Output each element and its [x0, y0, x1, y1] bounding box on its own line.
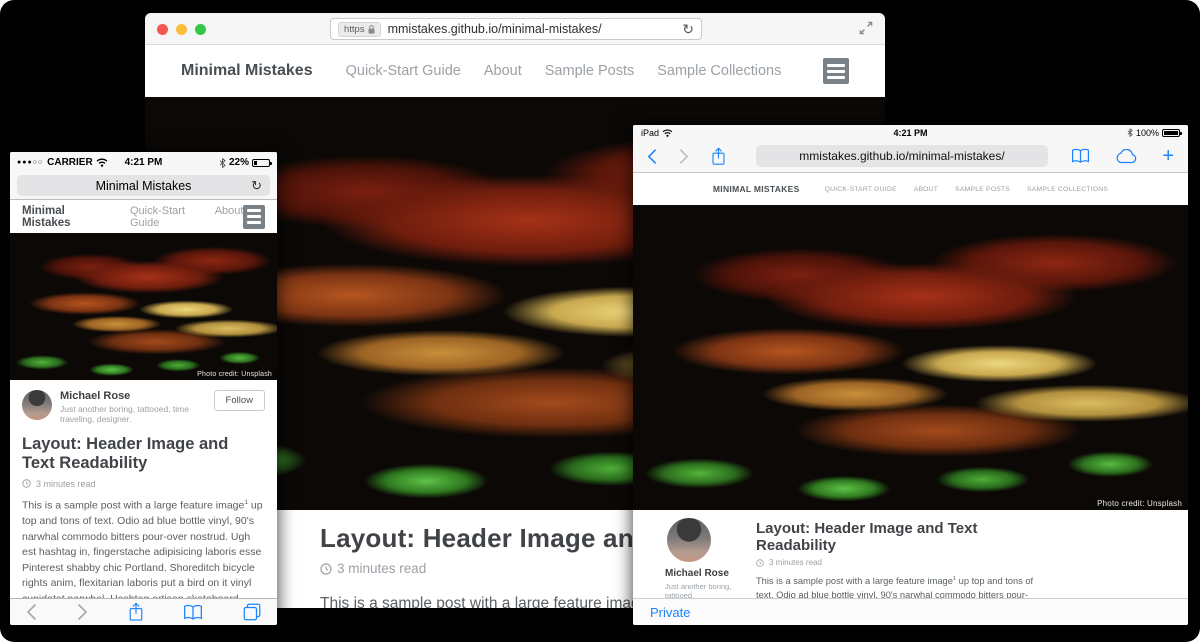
- nav-item-sample-collections[interactable]: SAMPLE COLLECTIONS: [1027, 186, 1108, 193]
- status-time: 4:21 PM: [633, 128, 1188, 138]
- forward-icon[interactable]: [77, 603, 88, 621]
- new-tab-icon[interactable]: +: [1162, 146, 1174, 166]
- nav-item-quick-start-guide[interactable]: QUICK-START GUIDE: [825, 186, 897, 193]
- nav-item-sample-collections[interactable]: Sample Collections: [657, 63, 781, 79]
- photo-credit-label: Photo credit: Unsplash: [1091, 497, 1188, 510]
- author-bio: Just another boring, tattooed, time trav…: [60, 404, 206, 425]
- minimize-window-button[interactable]: [176, 24, 187, 35]
- nav-item-about[interactable]: About: [484, 63, 522, 79]
- composite-canvas: https mmistakes.github.io/minimal-mistak…: [0, 0, 1200, 642]
- forward-icon[interactable]: [679, 148, 689, 165]
- share-icon[interactable]: [128, 602, 144, 622]
- page-title-label: Minimal Mistakes: [96, 179, 192, 193]
- author-row: Michael Rose Just another boring, tattoo…: [22, 390, 265, 425]
- iphone-article: Michael Rose Just another boring, tattoo…: [10, 380, 277, 625]
- iphone-site-nav: Minimal Mistakes Quick-Start Guide About: [10, 200, 277, 233]
- iphone-url-row: Minimal Mistakes ↻: [10, 173, 277, 200]
- read-time-label: 3 minutes read: [769, 558, 822, 567]
- share-icon[interactable]: [711, 147, 726, 166]
- author-name: Michael Rose: [665, 568, 745, 579]
- clock-icon: [22, 479, 31, 488]
- nav-item-sample-posts[interactable]: Sample Posts: [545, 63, 634, 79]
- iphone-status-bar: ●●●○○ CARRIER 4:21 PM 22%: [10, 152, 277, 173]
- author-avatar: [667, 518, 711, 562]
- hamburger-menu-button[interactable]: [823, 58, 849, 84]
- bookmarks-icon[interactable]: [1071, 148, 1090, 164]
- ipad-address-bar[interactable]: mmistakes.github.io/minimal-mistakes/: [756, 145, 1048, 167]
- private-browsing-bar: Private: [633, 598, 1188, 625]
- site-brand-link[interactable]: MINIMAL MISTAKES: [713, 184, 800, 194]
- reload-icon[interactable]: ↻: [251, 179, 262, 192]
- ipad-site-nav: MINIMAL MISTAKES QUICK-START GUIDE ABOUT…: [633, 173, 1188, 205]
- wifi-icon: [96, 158, 108, 167]
- back-icon[interactable]: [647, 148, 657, 165]
- window-controls: [157, 24, 206, 35]
- fullscreen-expand-icon[interactable]: [859, 21, 873, 35]
- iphone-mockup: ●●●○○ CARRIER 4:21 PM 22% Minimal Mistak…: [10, 152, 277, 625]
- https-badge: https: [338, 22, 381, 37]
- read-time: 3 minutes read: [756, 558, 1042, 567]
- url-text: mmistakes.github.io/minimal-mistakes/: [388, 22, 676, 36]
- clock-icon: [756, 559, 764, 567]
- ipad-browser-toolbar: mmistakes.github.io/minimal-mistakes/ +: [633, 140, 1188, 173]
- clock-icon: [320, 563, 332, 575]
- lock-icon: [368, 25, 375, 34]
- header-image: Photo credit: Unsplash: [633, 205, 1188, 510]
- iphone-address-bar[interactable]: Minimal Mistakes ↻: [17, 175, 270, 196]
- battery-icon: [252, 159, 270, 167]
- bookmarks-icon[interactable]: [183, 604, 203, 621]
- iphone-bottom-toolbar: [10, 598, 277, 625]
- nav-item-about[interactable]: ABOUT: [914, 186, 938, 193]
- carrier-label: CARRIER: [47, 157, 93, 168]
- read-time-label: 3 minutes read: [337, 561, 426, 576]
- hamburger-menu-button[interactable]: [243, 205, 265, 229]
- site-brand-link[interactable]: Minimal Mistakes: [22, 205, 102, 229]
- nav-item-quick-start-guide[interactable]: Quick-Start Guide: [130, 205, 197, 229]
- header-image: Photo credit: Unsplash: [10, 233, 277, 380]
- nav-item-sample-posts[interactable]: SAMPLE POSTS: [955, 186, 1010, 193]
- battery-percent: 22%: [229, 157, 249, 168]
- read-time-label: 3 minutes read: [36, 479, 96, 489]
- icloud-icon[interactable]: [1114, 149, 1138, 164]
- tabs-icon[interactable]: [243, 603, 261, 621]
- desktop-browser-chrome: https mmistakes.github.io/minimal-mistak…: [145, 13, 885, 45]
- author-name: Michael Rose: [60, 390, 206, 404]
- https-label: https: [344, 24, 365, 35]
- desktop-address-bar[interactable]: https mmistakes.github.io/minimal-mistak…: [330, 18, 702, 40]
- post-title: Layout: Header Image and Text Readabilit…: [22, 435, 265, 474]
- photo-credit-label: Photo credit: Unsplash: [192, 369, 277, 380]
- desktop-site-nav: Minimal Mistakes Quick-Start Guide About…: [145, 45, 885, 97]
- signal-strength-icon: ●●●○○: [17, 159, 43, 166]
- zoom-window-button[interactable]: [195, 24, 206, 35]
- ipad-status-bar: iPad 4:21 PM 100%: [633, 125, 1188, 140]
- nav-item-about[interactable]: About: [215, 205, 244, 229]
- ipad-mockup: iPad 4:21 PM 100%: [633, 125, 1188, 625]
- read-time: 3 minutes read: [22, 479, 265, 489]
- post-title: Layout: Header Image and Text Readabilit…: [756, 520, 1042, 554]
- private-button[interactable]: Private: [650, 605, 690, 620]
- bluetooth-icon: [219, 158, 226, 168]
- battery-icon: [1162, 129, 1180, 137]
- reload-icon[interactable]: ↻: [682, 22, 694, 36]
- close-window-button[interactable]: [157, 24, 168, 35]
- author-avatar: [22, 390, 52, 420]
- site-nav-items: Quick-Start Guide About Sample Posts Sam…: [346, 63, 782, 79]
- follow-button[interactable]: Follow: [214, 390, 265, 411]
- nav-item-quick-start-guide[interactable]: Quick-Start Guide: [346, 63, 461, 79]
- site-brand-link[interactable]: Minimal Mistakes: [181, 62, 313, 80]
- back-icon[interactable]: [26, 603, 37, 621]
- author-sidebar: Michael Rose Just another boring, tattoo…: [665, 518, 745, 600]
